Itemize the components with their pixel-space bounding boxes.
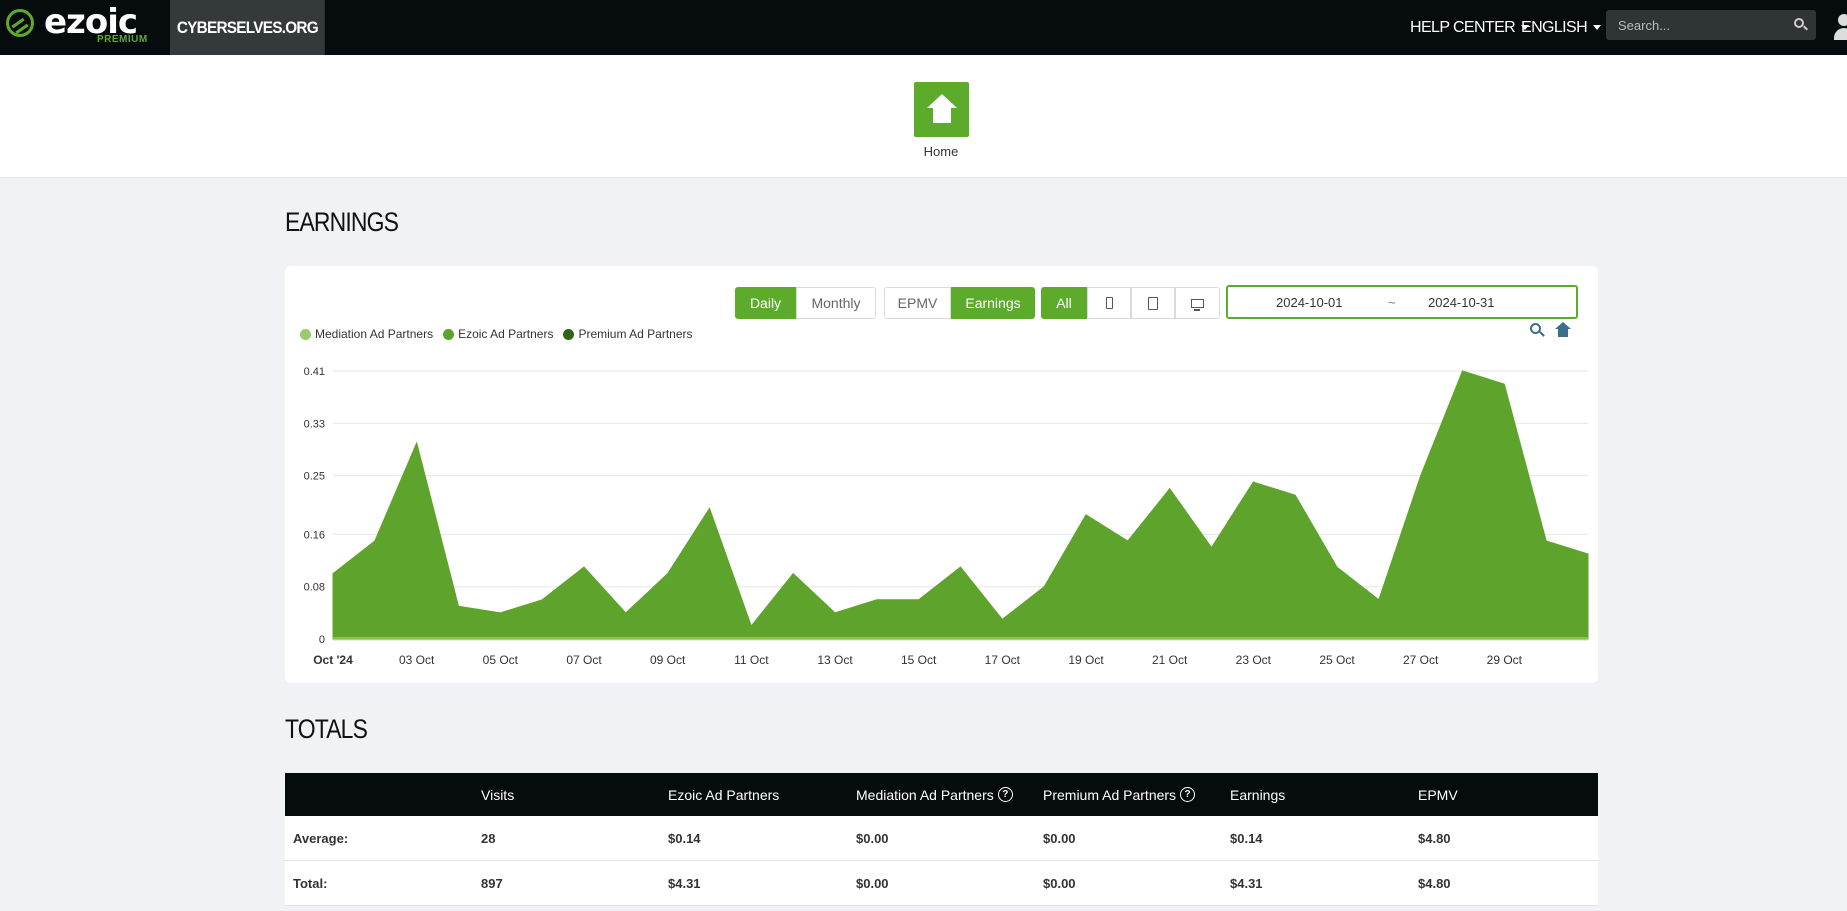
search-input[interactable] [1606, 10, 1786, 40]
cell-visits: 897 [481, 875, 503, 891]
totals-table: Visits Ezoic Ad Partners Mediation Ad Pa… [285, 773, 1598, 906]
y-tick-label: 0.08 [304, 582, 325, 594]
earnings-chart: 0 0.08 0.16 0.25 0.33 0.41 Oct '24 03 Oct 05 Oct… [304, 366, 1589, 667]
search-icon[interactable] [1794, 18, 1804, 28]
row-label: Average: [293, 830, 349, 846]
user-icon-head [1838, 14, 1847, 26]
x-tick-label: 03 Oct [399, 653, 435, 667]
cell-mediation: $0.00 [856, 830, 889, 846]
home-label: Home [923, 144, 959, 159]
table-row: Average: 28 $0.14 $0.00 $0.00 $0.14 $4.8… [285, 816, 1598, 861]
col-premium-label: Premium Ad Partners [1043, 786, 1177, 803]
language-menu[interactable]: ENGLISH [1521, 0, 1602, 55]
y-tick-label: 0.25 [304, 471, 325, 483]
cell-epmv: $4.80 [1418, 830, 1451, 846]
x-tick-label: 05 Oct [483, 653, 519, 667]
y-tick-label: 0.41 [304, 366, 325, 378]
earnings-card: Daily Monthly EPMV Earnings All 2024-10-… [285, 266, 1598, 683]
x-tick-label: Oct '24 [313, 653, 353, 667]
cell-ezoic: $4.31 [668, 875, 701, 891]
x-tick-label: 13 Oct [817, 653, 853, 667]
y-tick-label: 0.33 [304, 418, 325, 430]
x-tick-label: 23 Oct [1236, 653, 1272, 667]
search-box [1606, 10, 1816, 40]
x-tick-label: 29 Oct [1487, 653, 1523, 667]
help-question-icon[interactable]: ? [1180, 787, 1196, 802]
user-icon-body [1834, 28, 1847, 40]
cell-ezoic: $0.14 [668, 830, 701, 846]
series-area-ezoic [332, 370, 1589, 640]
cell-premium: $0.00 [1043, 875, 1076, 891]
x-tick-label: 19 Oct [1068, 653, 1104, 667]
col-earnings: Earnings [1230, 786, 1286, 803]
y-tick-label: 0 [319, 634, 325, 646]
cell-earnings: $4.31 [1230, 875, 1263, 891]
home-band: Home [0, 55, 1847, 178]
cell-mediation: $0.00 [856, 875, 889, 891]
help-center-menu[interactable]: HELP CENTER [1410, 0, 1530, 55]
ezoic-logo-icon [6, 9, 34, 37]
x-tick-label: 11 Oct [734, 653, 769, 667]
top-nav: ezoic PREMIUM CYBERSELVES.ORG HELP CENTE… [0, 0, 1847, 55]
cell-visits: 28 [481, 830, 496, 846]
logo-sub: PREMIUM [97, 34, 148, 45]
x-tick-label: 21 Oct [1152, 653, 1188, 667]
home-icon [927, 94, 957, 108]
chevron-down-icon [1593, 25, 1602, 30]
cell-premium: $0.00 [1043, 830, 1076, 846]
user-icon[interactable] [1834, 14, 1847, 42]
col-visits: Visits [481, 786, 515, 803]
table-row: Total: 897 $4.31 $0.00 $0.00 $4.31 $4.80 [285, 861, 1598, 906]
x-tick-label: 17 Oct [985, 653, 1021, 667]
col-mediation: Mediation Ad Partners ? [856, 787, 1013, 803]
language-label: ENGLISH [1521, 18, 1588, 36]
col-ezoic: Ezoic Ad Partners [668, 786, 780, 803]
earnings-title: EARNINGS [285, 207, 399, 237]
site-name-tab[interactable]: CYBERSELVES.ORG [170, 0, 325, 55]
cell-earnings: $0.14 [1230, 830, 1263, 846]
ezoic-logo[interactable]: ezoic PREMIUM [6, 2, 148, 48]
help-question-icon[interactable]: ? [997, 787, 1013, 802]
home-button[interactable] [914, 82, 969, 137]
home-icon-wall [933, 107, 951, 123]
col-epmv: EPMV [1418, 786, 1458, 803]
row-label: Total: [293, 875, 328, 891]
col-mediation-label: Mediation Ad Partners [856, 786, 994, 803]
y-tick-label: 0.16 [304, 529, 325, 541]
table-header: Visits Ezoic Ad Partners Mediation Ad Pa… [285, 773, 1598, 816]
col-premium: Premium Ad Partners ? [1043, 786, 1196, 803]
x-tick-label: 27 Oct [1403, 653, 1439, 667]
help-center-label: HELP CENTER [1410, 18, 1516, 36]
x-tick-label: 15 Oct [901, 653, 937, 667]
x-tick-label: 09 Oct [650, 653, 686, 667]
cell-epmv: $4.80 [1418, 875, 1451, 891]
x-tick-label: 25 Oct [1319, 653, 1355, 667]
totals-title: TOTALS [285, 714, 368, 744]
x-tick-label: 07 Oct [566, 653, 602, 667]
